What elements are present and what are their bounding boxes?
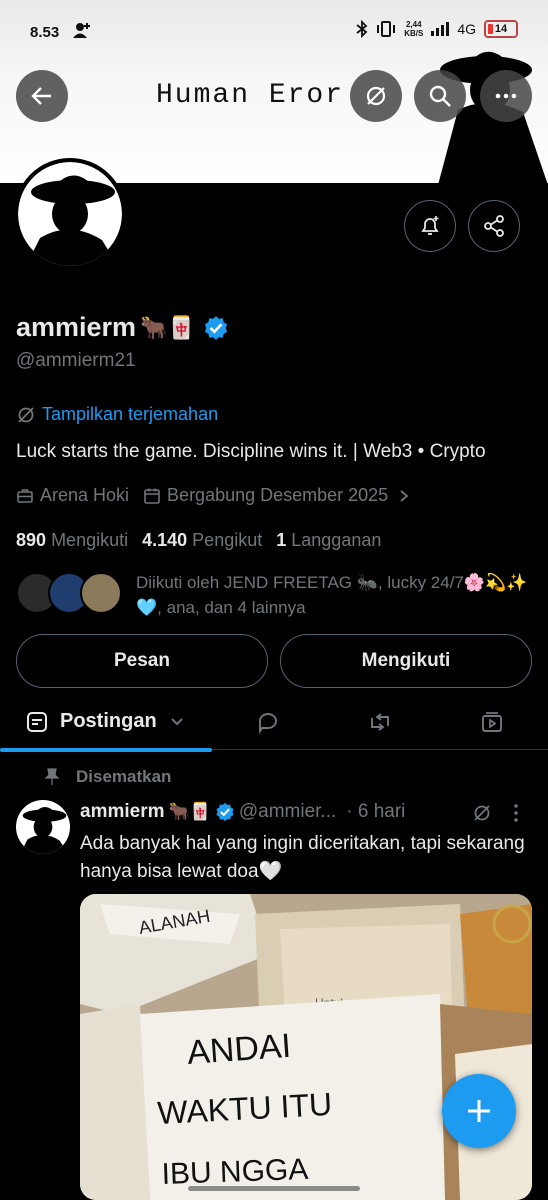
follower-avatar <box>80 572 122 614</box>
post-author-emojis: 🐂🀄 <box>168 802 211 821</box>
bell-plus-icon <box>421 216 439 235</box>
profile-bio: Luck starts the game. Discipline wins it… <box>16 441 486 462</box>
share-icon <box>484 215 504 237</box>
pinned-label: Disematkan <box>76 767 172 786</box>
share-button[interactable] <box>468 200 520 252</box>
chevron-down-icon <box>170 717 183 725</box>
signal-icon <box>431 22 450 36</box>
image-handwriting-1: ANDAI <box>186 1027 292 1072</box>
post-author-name[interactable]: ammierm <box>80 801 165 823</box>
search-icon <box>429 85 451 107</box>
search-button[interactable] <box>414 70 466 122</box>
verified-badge-icon[interactable] <box>203 315 229 341</box>
profile-avatar[interactable] <box>14 158 126 270</box>
battery-icon: 14 <box>484 20 518 38</box>
chevron-right-icon[interactable] <box>398 489 410 503</box>
post-image[interactable]: ALANAH Untuk ANDAI WAKTU ITU IBU NGGA <box>80 894 532 1200</box>
network-speed: 2,44 KB/S <box>404 20 423 38</box>
translate-button[interactable] <box>350 70 402 122</box>
following-button[interactable]: Mengikuti <box>280 634 532 688</box>
post-author-handle[interactable]: @ammier... <box>239 801 336 823</box>
speed-value: 2,44 <box>405 20 422 29</box>
battery-level: 14 <box>494 23 508 35</box>
following-label: Mengikuti <box>51 530 129 550</box>
calendar-icon <box>144 488 160 504</box>
followed-by[interactable]: Diikuti oleh JEND FREETAG 🐜, lucky 24/7🌸… <box>16 570 536 620</box>
tab-highlights-icon[interactable] <box>368 710 392 734</box>
banner-title: Human Eror <box>156 80 345 111</box>
followers-label: Pengikut <box>192 530 263 550</box>
followers-count-link[interactable]: 4.140 Pengikut <box>142 530 262 551</box>
pinned-indicator: Disematkan <box>44 767 171 787</box>
profile-joined[interactable]: Bergabung Desember 2025 <box>167 485 388 506</box>
post-author-avatar[interactable] <box>16 800 70 854</box>
tab-posts-label: Postingan <box>60 710 157 732</box>
subscriptions-count: 1 <box>276 530 287 550</box>
translate-bio-link[interactable]: Tampilkan terjemahan <box>16 404 218 425</box>
compose-button[interactable] <box>442 1074 516 1148</box>
active-tab-indicator <box>0 748 212 752</box>
profile-tabs: Postingan <box>0 696 548 750</box>
followed-by-text: Diikuti oleh JEND FREETAG 🐜, lucky 24/7🌸… <box>136 573 528 617</box>
display-name-emojis: 🐂🀄 <box>140 314 195 340</box>
display-name-text: ammierm <box>16 312 137 342</box>
posts-tab-icon <box>27 711 47 732</box>
translate-bio-label: Tampilkan terjemahan <box>42 404 219 424</box>
display-name: ammierm 🐂🀄 <box>16 312 229 343</box>
post-image-art: ALANAH Untuk ANDAI WAKTU ITU IBU NGGA <box>80 894 532 1200</box>
tab-media-icon[interactable] <box>480 710 504 734</box>
network-type: 4G <box>457 21 476 37</box>
status-time: 8.53 <box>30 24 60 41</box>
pin-icon <box>44 768 60 785</box>
tab-posts[interactable]: Postingan <box>26 710 185 733</box>
tab-replies-icon[interactable] <box>256 710 280 734</box>
plus-icon <box>468 1100 490 1122</box>
bluetooth-icon <box>356 20 368 38</box>
message-button[interactable]: Pesan <box>16 634 268 688</box>
person-add-icon <box>73 23 90 38</box>
following-count: 890 <box>16 530 47 550</box>
followed-by-avatars <box>16 570 126 616</box>
profile-meta: Arena Hoki Bergabung Desember 2025 <box>16 485 410 506</box>
profile-location: Arena Hoki <box>40 485 130 505</box>
post-header: ammierm 🐂🀄 @ammier... · 6 hari <box>80 801 532 823</box>
post-translate-icon[interactable] <box>472 803 492 823</box>
profile-handle: @ammierm21 <box>16 350 136 371</box>
post-avatar-silhouette <box>20 806 68 854</box>
vibrate-icon <box>377 21 396 37</box>
more-button[interactable] <box>480 70 532 122</box>
followers-count: 4.140 <box>142 530 188 550</box>
post-more-icon[interactable] <box>512 803 520 823</box>
post-text: Ada banyak hal yang ingin diceritakan, t… <box>80 833 525 882</box>
translate-icon <box>366 86 386 106</box>
translate-small-icon <box>18 406 34 423</box>
more-icon <box>495 93 517 99</box>
following-count-link[interactable]: 890 Mengikuti <box>16 530 128 551</box>
subscriptions-label: Langganan <box>291 530 382 550</box>
profile-counts: 890 Mengikuti 4.140 Pengikut 1 Langganan <box>16 530 381 551</box>
post-verified-icon <box>216 802 234 822</box>
back-button[interactable] <box>16 70 68 122</box>
subscriptions-count-link[interactable]: 1 Langganan <box>276 530 381 551</box>
avatar-silhouette <box>26 175 118 266</box>
notify-button[interactable] <box>404 200 456 252</box>
post-time[interactable]: · 6 hari <box>346 801 405 823</box>
back-arrow-icon <box>31 87 51 105</box>
briefcase-icon <box>17 488 33 503</box>
home-indicator[interactable] <box>188 1186 360 1191</box>
status-bar: 8.53 2,44 KB/S 4G 14 <box>0 0 548 60</box>
speed-unit: KB/S <box>404 29 424 38</box>
